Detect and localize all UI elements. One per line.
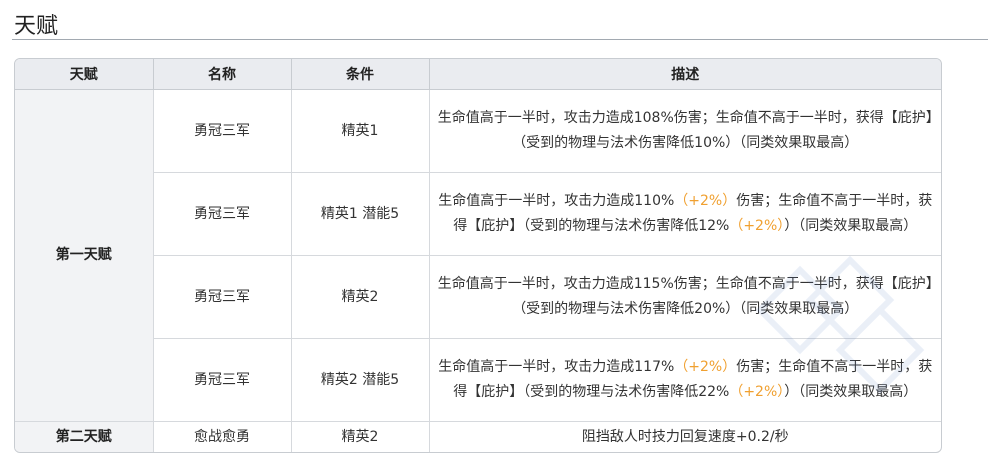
desc-text: 生命值高于一半时，攻击力造成108%伤害；生命值不高于一半时，获得【庇护】（受到… — [437, 110, 933, 151]
desc-text: 生命值高于一半时，攻击力造成117% — [438, 359, 675, 375]
table-row: 勇冠三军 精英2 潜能5 生命值高于一半时，攻击力造成117%（+2%）伤害；生… — [15, 338, 941, 422]
section-title: 天赋 — [14, 14, 59, 39]
desc-highlight: （+2%） — [674, 193, 737, 209]
talent-name: 勇冠三军 — [153, 338, 292, 422]
table-row: 第二天赋 愈战愈勇 精英2 阻挡敌人时技力回复速度+0.2/秒 — [15, 421, 941, 453]
talent-description: 生命值高于一半时，攻击力造成115%伤害；生命值不高于一半时，获得【庇护】（受到… — [429, 255, 941, 339]
table-row: 勇冠三军 精英1 潜能5 生命值高于一半时，攻击力造成110%（+2%）伤害；生… — [15, 172, 941, 256]
group-label-second: 第二天赋 — [15, 421, 154, 452]
talent-condition: 精英2 — [291, 421, 430, 452]
table-row: 勇冠三军 精英2 生命值高于一半时，攻击力造成115%伤害；生命值不高于一半时，… — [15, 255, 941, 339]
talent-condition: 精英2 — [291, 255, 430, 339]
desc-highlight: （+2%） — [729, 384, 785, 400]
talent-name: 愈战愈勇 — [153, 421, 292, 452]
table-header-row: 天赋 名称 条件 描述 — [15, 59, 941, 90]
talent-description: 生命值高于一半时，攻击力造成117%（+2%）伤害；生命值不高于一半时，获得【庇… — [429, 338, 941, 422]
group-label-first: 第一天赋 — [15, 89, 154, 422]
talent-table: 天赋 名称 条件 描述 第一天赋 勇冠三军 精英1 生命值高于一半时，攻击力造成… — [14, 58, 942, 453]
header-talent: 天赋 — [15, 59, 154, 90]
talent-description: 生命值高于一半时，攻击力造成108%伤害；生命值不高于一半时，获得【庇护】（受到… — [429, 89, 941, 173]
talent-name: 勇冠三军 — [153, 172, 292, 256]
talent-name: 勇冠三军 — [153, 89, 292, 173]
desc-text: 生命值高于一半时，攻击力造成110% — [438, 193, 675, 209]
header-name: 名称 — [153, 59, 292, 90]
title-divider — [12, 39, 988, 40]
talent-description: 阻挡敌人时技力回复速度+0.2/秒 — [429, 422, 941, 453]
header-condition: 条件 — [291, 59, 430, 90]
talent-name: 勇冠三军 — [153, 255, 292, 339]
desc-text: 生命值高于一半时，攻击力造成115%伤害；生命值不高于一半时，获得【庇护】（受到… — [437, 276, 933, 317]
table-row: 第一天赋 勇冠三军 精英1 生命值高于一半时，攻击力造成108%伤害；生命值不高… — [15, 89, 941, 422]
talent-condition: 精英2 潜能5 — [291, 338, 430, 422]
desc-text: ）（同类效果取最高） — [784, 384, 918, 400]
talent-description: 生命值高于一半时，攻击力造成110%（+2%）伤害；生命值不高于一半时，获得【庇… — [429, 172, 941, 256]
desc-highlight: （+2%） — [674, 359, 737, 375]
talent-condition: 精英1 — [291, 89, 430, 173]
desc-highlight: （+2%） — [729, 218, 785, 234]
desc-text: ）（同类效果取最高） — [784, 218, 918, 234]
desc-text: 阻挡敌人时技力回复速度+0.2/秒 — [581, 428, 789, 445]
talent-condition: 精英1 潜能5 — [291, 172, 430, 256]
header-description: 描述 — [429, 59, 941, 90]
